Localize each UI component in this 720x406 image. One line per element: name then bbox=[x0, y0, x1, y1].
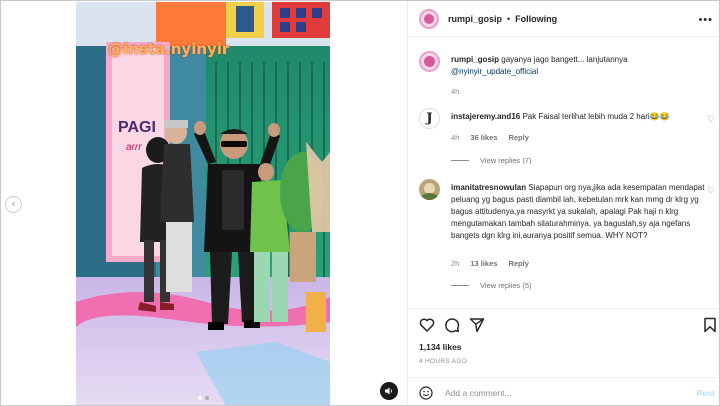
sign-subtext: arrr bbox=[126, 142, 142, 153]
avatar[interactable] bbox=[419, 8, 439, 29]
video-frame-image: PAGI arrr bbox=[76, 2, 330, 405]
comment-item: J instajeremy.and16 Pak Faisal terlihat … bbox=[419, 108, 719, 168]
carousel-dot bbox=[205, 396, 209, 400]
video-player[interactable]: PAGI arrr @insta.nyinyir bbox=[76, 2, 330, 405]
comment-time[interactable]: 4h bbox=[451, 133, 459, 142]
comment-username[interactable]: instajeremy.and16 bbox=[451, 112, 520, 121]
comment-meta: 2h 13 likes Reply bbox=[451, 259, 529, 268]
comments-list[interactable]: rumpi_gosip gayanya jago bangett... lanj… bbox=[408, 38, 719, 308]
previous-post-button[interactable]: ‹ bbox=[5, 196, 22, 213]
comment-button[interactable] bbox=[444, 317, 460, 333]
share-button[interactable] bbox=[469, 317, 485, 333]
view-replies-button[interactable]: View replies (7) bbox=[451, 156, 532, 165]
comment-likes[interactable]: 36 likes bbox=[470, 133, 497, 142]
caption-body: rumpi_gosip gayanya jago bangett... lanj… bbox=[451, 54, 713, 78]
carousel-dot-active bbox=[198, 396, 202, 400]
comments-panel: rumpi_gosip • Following ••• rumpi_gosip … bbox=[407, 1, 719, 405]
caption: rumpi_gosip gayanya jago bangett... lanj… bbox=[419, 51, 719, 99]
post-header: rumpi_gosip • Following ••• bbox=[408, 1, 719, 37]
speaker-icon bbox=[385, 387, 392, 395]
add-comment-bar: Add a comment... Post bbox=[408, 377, 719, 405]
carousel-dots bbox=[198, 396, 209, 400]
watermark-text: @insta.nyinyir bbox=[108, 40, 230, 58]
likes-count[interactable]: 1,134 likes bbox=[419, 342, 462, 352]
more-options-icon[interactable]: ••• bbox=[698, 14, 713, 26]
caption-username[interactable]: rumpi_gosip bbox=[451, 55, 499, 64]
header-username[interactable]: rumpi_gosip bbox=[448, 14, 502, 24]
comment-username[interactable]: imanitatresnowulan bbox=[451, 183, 526, 192]
comment-text: Pak Faisal terlihat lebih muda 2 hari😂😂 bbox=[522, 112, 670, 121]
mute-button[interactable] bbox=[380, 382, 398, 400]
save-button[interactable] bbox=[703, 317, 719, 333]
caption-mention-link[interactable]: @nyinyir_update_official bbox=[451, 67, 538, 76]
emoji-icon[interactable] bbox=[419, 385, 433, 400]
caption-text: gayanya jago bangett... lanjutannya bbox=[501, 55, 628, 64]
divider bbox=[451, 285, 469, 286]
avatar[interactable] bbox=[419, 51, 440, 72]
bookmark-icon bbox=[704, 317, 716, 333]
sign-text: PAGI bbox=[118, 119, 156, 136]
reply-button[interactable]: Reply bbox=[508, 259, 528, 268]
comment-likes[interactable]: 13 likes bbox=[470, 259, 497, 268]
header-separator: • bbox=[507, 13, 511, 24]
comment-item: imanitatresnowulan Siapapun org nya,jika… bbox=[419, 179, 719, 299]
post-dialog: ‹ PAGI arrr @insta.nyinyir rumpi_gosip •… bbox=[0, 0, 720, 406]
heart-icon bbox=[419, 318, 435, 332]
view-replies-button[interactable]: View replies (5) bbox=[451, 281, 532, 290]
caption-meta: 4h bbox=[451, 87, 459, 96]
comment-input[interactable]: Add a comment... bbox=[445, 388, 697, 398]
view-replies-label[interactable]: View replies (7) bbox=[480, 156, 532, 165]
comment-body: instajeremy.and16 Pak Faisal terlihat le… bbox=[451, 111, 713, 123]
post-time[interactable]: 4 HOURS AGO bbox=[419, 358, 467, 365]
comment-body: imanitatresnowulan Siapapun org nya,jika… bbox=[451, 182, 713, 242]
avatar[interactable] bbox=[419, 179, 440, 200]
comment-meta: 4h 36 likes Reply bbox=[451, 133, 529, 142]
comment-time[interactable]: 2h bbox=[451, 259, 459, 268]
media-area: ‹ PAGI arrr @insta.nyinyir bbox=[2, 2, 407, 405]
comment-icon bbox=[445, 318, 460, 333]
send-icon bbox=[469, 318, 485, 333]
avatar[interactable]: J bbox=[419, 108, 440, 129]
post-button[interactable]: Post bbox=[697, 388, 715, 398]
caption-time[interactable]: 4h bbox=[451, 87, 459, 96]
following-button[interactable]: Following bbox=[515, 14, 557, 24]
divider bbox=[451, 160, 469, 161]
chevron-left-icon: ‹ bbox=[11, 198, 16, 210]
like-button[interactable] bbox=[419, 317, 435, 333]
reply-button[interactable]: Reply bbox=[508, 133, 528, 142]
heart-icon[interactable]: ♡ bbox=[707, 185, 715, 196]
post-actions: 1,134 likes 4 HOURS AGO bbox=[408, 308, 719, 383]
view-replies-label[interactable]: View replies (5) bbox=[480, 281, 532, 290]
heart-icon[interactable]: ♡ bbox=[707, 114, 715, 125]
